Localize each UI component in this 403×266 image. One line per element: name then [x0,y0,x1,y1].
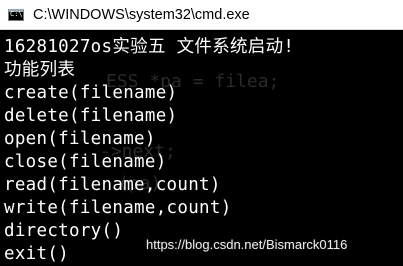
title-bar[interactable]: C:\ C:\WINDOWS\system32\cmd.exe [0,0,403,30]
console-output: 16281027os实验五 文件系统启动! 功能列表 create(filena… [4,36,294,266]
console-line-read: read(filename,count) [4,175,221,195]
watermark-text: https://blog.csdn.net/Bismarck0116 [146,237,348,252]
window-title: C:\WINDOWS\system32\cmd.exe [33,7,250,23]
console-area[interactable]: ESS *pa = filea; ->next; (pa) 16281027os… [0,30,403,266]
cmd-icon-prompt: C:\ [10,10,23,18]
console-line-open: open(filename) [4,129,156,149]
console-line-header: 16281027os实验五 文件系统启动! [4,37,295,57]
cmd-window: C:\ C:\WINDOWS\system32\cmd.exe ESS *pa … [0,0,403,266]
console-line-close: close(filename) [4,152,167,172]
cmd-console-icon[interactable]: C:\ [8,9,24,21]
console-line-function-list: 功能列表 [4,60,76,80]
console-line-delete: delete(filename) [4,106,178,126]
console-line-write: write(filename,count) [4,198,232,218]
console-line-create: create(filename) [4,83,178,103]
